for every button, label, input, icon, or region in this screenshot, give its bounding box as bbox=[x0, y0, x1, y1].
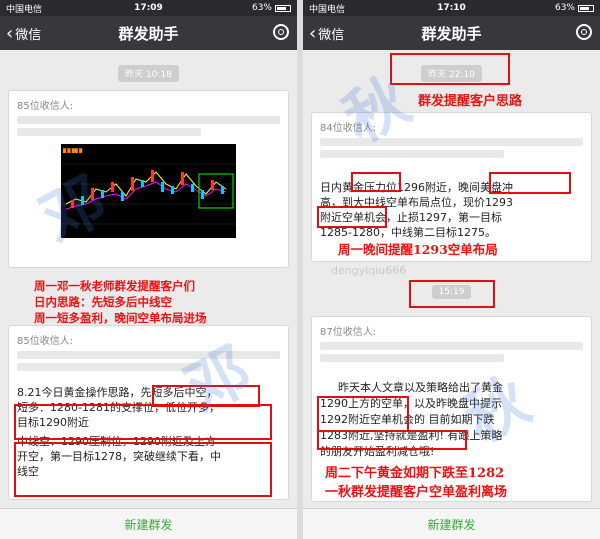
annotation-line: 周一短多盈利，晚间空单布局进场 bbox=[34, 311, 207, 325]
highlight-box bbox=[317, 206, 387, 228]
new-broadcast-label: 新建群发 bbox=[427, 517, 476, 532]
recipient-list bbox=[17, 363, 202, 371]
recipient-list bbox=[320, 150, 505, 158]
annotation-note: 周一邓一秋老师群发提醒客户们 日内思路：先短多后中线空 周一短多盈利，晚间空单布… bbox=[34, 278, 207, 326]
annotation-line: 一秋群发提醒客户空单盈利离场 bbox=[325, 485, 508, 500]
chart-graphic: █ █ ██ █ bbox=[61, 144, 236, 238]
timestamp: 昨天 10:18 bbox=[0, 62, 297, 82]
gear-icon[interactable] bbox=[273, 24, 289, 40]
back-label: 微信 bbox=[15, 27, 42, 43]
recipient-list bbox=[320, 342, 583, 350]
highlight-box bbox=[351, 172, 401, 192]
new-broadcast-label: 新建群发 bbox=[124, 517, 173, 532]
highlight-box bbox=[317, 396, 409, 432]
highlight-box bbox=[390, 53, 510, 85]
new-broadcast-button[interactable]: 新建群发 bbox=[303, 508, 600, 539]
status-bar: 中国电信 17:10 63% bbox=[303, 0, 600, 16]
annotation-note: 周一晚间提醒1293空单布局 bbox=[338, 242, 498, 257]
gear-icon[interactable] bbox=[576, 24, 592, 40]
svg-text:█ █ ██ █: █ █ ██ █ bbox=[62, 148, 83, 153]
new-broadcast-button[interactable]: 新建群发 bbox=[0, 508, 297, 539]
battery-icon bbox=[578, 4, 594, 12]
back-button[interactable]: ‹ 微信 bbox=[0, 23, 41, 44]
battery-icon bbox=[275, 4, 291, 12]
right-phone-screen: 中国电信 17:10 63% ‹ 微信 群发助手 昨天 22:10 群发提醒客户… bbox=[303, 0, 600, 539]
highlight-box bbox=[14, 442, 272, 497]
annotation-note: 周二下午黄金如期下跌至1282 一秋群发提醒客户空单盈利离场 bbox=[325, 464, 507, 502]
battery-percent: 63% bbox=[251, 3, 272, 13]
chevron-left-icon: ‹ bbox=[309, 22, 317, 44]
recipient-count: 85位收信人: bbox=[17, 101, 74, 112]
recipient-count: 84位收信人: bbox=[320, 123, 377, 134]
timestamp-text: 昨天 10:18 bbox=[118, 65, 179, 82]
annotation-line: 周二下午黄金如期下跌至1282 bbox=[325, 466, 505, 481]
nav-bar: ‹ 微信 群发助手 bbox=[303, 16, 600, 50]
nav-bar: ‹ 微信 群发助手 bbox=[0, 16, 297, 50]
status-bar: 中国电信 17:09 63% bbox=[0, 0, 297, 16]
recipient-count: 85位收信人: bbox=[17, 336, 74, 347]
battery-percent: 63% bbox=[554, 3, 575, 13]
recipient-list bbox=[320, 354, 505, 362]
annotation-note: 群发提醒客户思路 bbox=[418, 94, 523, 109]
highlight-box bbox=[317, 430, 467, 450]
highlight-box bbox=[489, 172, 571, 194]
recipient-list bbox=[17, 116, 280, 124]
highlight-box bbox=[14, 404, 272, 440]
message-line: 昨天本人文章以及策略给出了黄金 bbox=[338, 381, 503, 394]
back-label: 微信 bbox=[318, 27, 345, 43]
left-phone-screen: 中国电信 17:09 63% ‹ 微信 群发助手 昨天 10:18 85位收信人… bbox=[0, 0, 297, 539]
chevron-left-icon: ‹ bbox=[6, 22, 14, 44]
message-card[interactable]: 85位收信人: █ █ ██ █ bbox=[8, 90, 289, 268]
status-right: 63% bbox=[555, 3, 594, 13]
page-title: 群发助手 bbox=[118, 24, 179, 43]
recipient-list bbox=[320, 138, 583, 146]
recipient-list bbox=[17, 128, 202, 136]
back-button[interactable]: ‹ 微信 bbox=[303, 23, 344, 44]
recipient-list bbox=[17, 351, 280, 359]
page-title: 群发助手 bbox=[421, 24, 482, 43]
annotation-line: 日内思路：先短多后中线空 bbox=[34, 295, 172, 309]
candlestick-chart-image[interactable]: █ █ ██ █ bbox=[61, 144, 236, 238]
annotation-line: 周一邓一秋老师群发提醒客户们 bbox=[34, 279, 195, 293]
recipient-count: 87位收信人: bbox=[320, 327, 377, 338]
watermark-handle: dengyiqiu666 bbox=[331, 264, 407, 277]
highlight-box bbox=[409, 280, 495, 308]
status-right: 63% bbox=[252, 3, 291, 13]
